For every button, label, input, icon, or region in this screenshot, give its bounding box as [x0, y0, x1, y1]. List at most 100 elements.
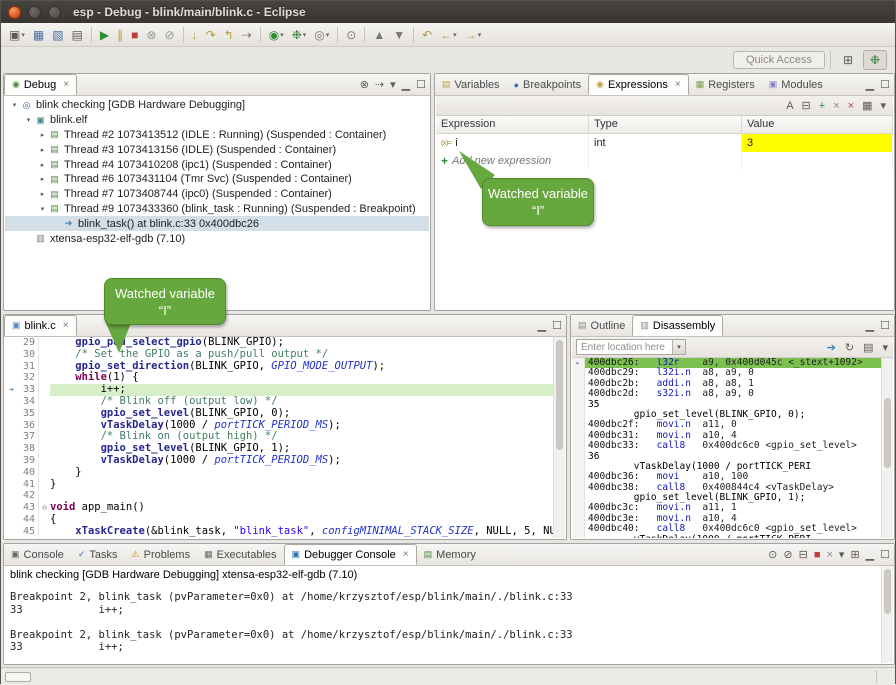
debug-perspective-icon[interactable]: ❉	[863, 50, 887, 70]
editor-line[interactable]: 41}	[5, 479, 553, 491]
disassembly-line[interactable]: 400dbc2d: s32i.n a8, a9, 0	[572, 389, 881, 399]
remove-expression-icon[interactable]: ×	[832, 100, 840, 112]
open-perspective-icon[interactable]: ⊞	[836, 50, 860, 70]
maximize-icon[interactable]: ☐	[551, 319, 563, 332]
minimize-icon[interactable]: ▁	[865, 78, 875, 91]
tree-collapsed-arrow-icon[interactable]: ▸	[37, 146, 48, 154]
tab-blink-c[interactable]: ▣blink.c×	[4, 315, 77, 336]
window-close-button[interactable]	[8, 6, 21, 19]
tab-modules[interactable]: ▣Modules	[762, 74, 830, 95]
tree-expanded-arrow-icon[interactable]: ▾	[9, 101, 20, 109]
tab-expressions[interactable]: ◉Expressions×	[588, 74, 689, 95]
tree-collapsed-arrow-icon[interactable]: ▸	[37, 175, 48, 183]
debug-icon[interactable]: ❉▾	[289, 25, 310, 45]
tab-debugger-console[interactable]: ▣Debugger Console×	[284, 544, 417, 565]
new-wizard-icon[interactable]: ▣▾	[6, 25, 28, 45]
expression-row[interactable]: (x)=iint3	[436, 134, 893, 152]
quick-access-button[interactable]: Quick Access	[733, 51, 825, 69]
tree-collapsed-arrow-icon[interactable]: ▸	[37, 131, 48, 139]
tab-tasks[interactable]: ✓Tasks	[71, 544, 125, 565]
resume-icon[interactable]: ▶	[97, 25, 112, 45]
disassembly-listing[interactable]: ▸400dbc26: l32r a9, 0x400d045c <_stext+1…	[572, 358, 881, 538]
pin-console-icon[interactable]: ⊙	[767, 548, 778, 561]
view-menu-icon[interactable]: ▾	[881, 341, 889, 354]
external-tools-icon[interactable]: ◎▾	[311, 25, 332, 45]
debug-tree-item[interactable]: ▸▤Thread #7 1073408744 (ipc0) (Suspended…	[5, 187, 429, 202]
debug-tree-item[interactable]: ➔blink_task() at blink.c:33 0x400dbc26	[5, 216, 429, 231]
suspend-icon[interactable]: ∥	[114, 25, 126, 45]
combo-dropdown-icon[interactable]: ▾	[672, 340, 685, 354]
disconnect-icon[interactable]: ⊗	[143, 25, 159, 45]
search-icon[interactable]: ⊙	[343, 25, 359, 45]
next-annotation-icon[interactable]: ▼	[390, 25, 408, 45]
console-output[interactable]: blink checking [GDB Hardware Debugging] …	[5, 566, 881, 663]
copy-expressions-icon[interactable]: ▦	[861, 99, 873, 112]
instruction-stepping-mode-icon[interactable]: ⇢	[374, 78, 385, 91]
editor-line[interactable]: 45 xTaskCreate(&blink_task, "blink_task"…	[5, 526, 553, 538]
close-icon[interactable]: ×	[63, 79, 69, 90]
view-menu-icon[interactable]: ▾	[879, 99, 887, 112]
forward-icon[interactable]: →▾	[462, 25, 485, 45]
tab-executables[interactable]: ▦Executables	[197, 544, 283, 565]
maximize-icon[interactable]: ☐	[879, 548, 891, 561]
previous-annotation-icon[interactable]: ▲	[370, 25, 388, 45]
debug-tree-item[interactable]: ▸▤Thread #2 1073413512 (IDLE : Running) …	[5, 128, 429, 143]
maximize-icon[interactable]: ☐	[879, 78, 891, 91]
last-edit-location-icon[interactable]: ↶	[419, 25, 435, 45]
debug-tree-item[interactable]: ▥xtensa-esp32-elf-gdb (7.10)	[5, 231, 429, 246]
disassembly-scrollbar[interactable]	[881, 358, 893, 538]
remove-terminated-icon[interactable]: ⊗	[359, 78, 370, 91]
terminate-icon[interactable]: ■	[813, 549, 822, 561]
step-over-icon[interactable]: ↷	[203, 25, 219, 45]
window-minimize-button[interactable]	[28, 6, 41, 19]
save-all-icon[interactable]: ▧	[49, 25, 66, 45]
run-icon[interactable]: ◉▾	[266, 25, 287, 45]
skip-breakpoints-icon[interactable]: ⊘	[161, 25, 177, 45]
clear-console-icon[interactable]: ⊟	[798, 548, 809, 561]
sync-icon[interactable]: ↻	[844, 341, 855, 354]
remove-launch-icon[interactable]: ×	[825, 549, 833, 561]
editor-line[interactable]: 40 }	[5, 467, 553, 479]
debug-tree-item[interactable]: ▸▤Thread #6 1073431104 (Tmr Svc) (Suspen…	[5, 172, 429, 187]
tab-memory[interactable]: ▤Memory	[417, 544, 483, 565]
scroll-lock-icon[interactable]: ⊘	[782, 548, 793, 561]
display-console-icon[interactable]: ▾	[838, 548, 846, 561]
location-input[interactable]: Enter location here ▾	[576, 339, 686, 355]
print-icon[interactable]: ▤	[69, 25, 86, 45]
debug-tree-item[interactable]: ▾▣blink.elf	[5, 113, 429, 128]
debug-tree-item[interactable]: ▸▤Thread #4 1073410208 (ipc1) (Suspended…	[5, 157, 429, 172]
debug-tree-item[interactable]: ▾▤Thread #9 1073433360 (blink_task : Run…	[5, 202, 429, 217]
show-source-icon[interactable]: ▤	[862, 341, 874, 354]
tree-expanded-arrow-icon[interactable]: ▾	[23, 116, 34, 124]
tab-console[interactable]: ▣Console	[4, 544, 71, 565]
tree-expanded-arrow-icon[interactable]: ▾	[37, 205, 48, 213]
window-maximize-button[interactable]	[48, 6, 61, 19]
track-pc-icon[interactable]: ➔	[826, 341, 837, 354]
tab-outline[interactable]: ▤Outline	[571, 315, 632, 336]
instruction-stepping-icon[interactable]: ⇢	[239, 25, 255, 45]
minimize-icon[interactable]: ▁	[865, 319, 875, 332]
tab-disassembly[interactable]: ▥Disassembly	[632, 315, 723, 336]
minimize-icon[interactable]: ▁	[865, 548, 875, 561]
debug-tree-item[interactable]: ▾◎blink checking [GDB Hardware Debugging…	[5, 98, 429, 113]
back-icon[interactable]: ←▾	[437, 25, 460, 45]
collapse-all-icon[interactable]: ⊟	[801, 99, 812, 112]
console-scrollbar[interactable]	[881, 566, 893, 663]
debug-tree-item[interactable]: ▸▤Thread #3 1073413156 (IDLE) (Suspended…	[5, 142, 429, 157]
tab-registers[interactable]: ▦Registers	[689, 74, 762, 95]
save-icon[interactable]: ▦	[30, 25, 47, 45]
close-icon[interactable]: ×	[675, 79, 681, 90]
tree-collapsed-arrow-icon[interactable]: ▸	[37, 190, 48, 198]
remove-all-expressions-icon[interactable]: ×	[847, 100, 855, 112]
add-expression-icon[interactable]: +	[441, 154, 448, 168]
tree-collapsed-arrow-icon[interactable]: ▸	[37, 161, 48, 169]
code-editor[interactable]: 29 gpio_pad_select_gpio(BLINK_GPIO);30 /…	[5, 337, 553, 538]
close-icon[interactable]: ×	[403, 549, 409, 560]
add-watch-expression-icon[interactable]: +	[818, 100, 826, 112]
view-menu-icon[interactable]: ▾	[389, 78, 397, 91]
column-header-type[interactable]: Type	[589, 116, 742, 133]
tab-breakpoints[interactable]: ●Breakpoints	[507, 74, 589, 95]
maximize-icon[interactable]: ☐	[879, 319, 891, 332]
step-return-icon[interactable]: ↰	[221, 25, 237, 45]
editor-line[interactable]: 43⊖void app_main()	[5, 502, 553, 514]
